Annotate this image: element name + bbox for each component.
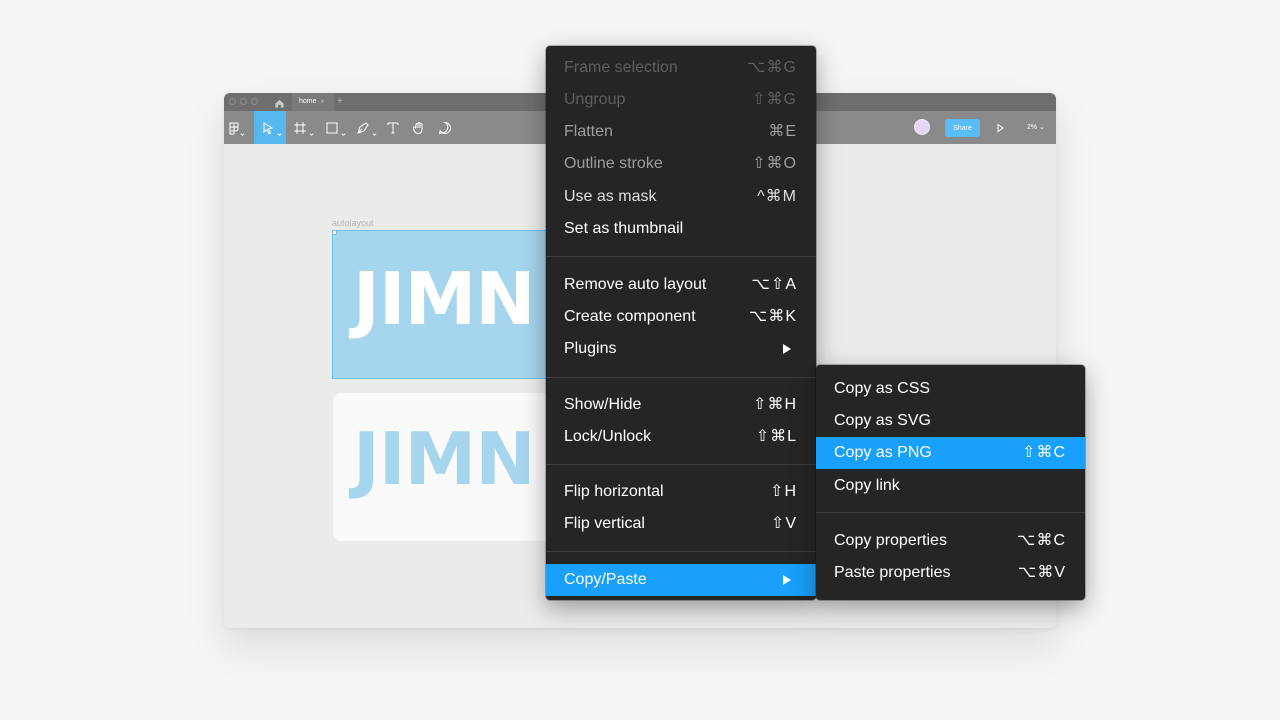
share-button[interactable]: Share (945, 119, 980, 137)
selection-handle[interactable] (332, 230, 337, 235)
menu-item-create-component[interactable]: Create component ⌥⌘K (546, 301, 816, 333)
menu-item-use-as-mask[interactable]: Use as mask ^⌘M (546, 181, 816, 213)
menu-item-ungroup[interactable]: Ungroup ⇧⌘G (546, 84, 816, 116)
menu-divider (546, 256, 816, 257)
menu-item-shortcut: ⇧⌘G (752, 91, 797, 108)
menu-item-outline-stroke[interactable]: Outline stroke ⇧⌘O (546, 148, 816, 180)
menu-item-lock-unlock[interactable]: Lock/Unlock ⇧⌘L (546, 421, 816, 453)
menu-item-shortcut: ⌘E (768, 123, 797, 140)
tab-close-icon[interactable]: × (320, 93, 325, 111)
zoom-level[interactable]: 2% ⌄ (1027, 119, 1045, 137)
menu-item-label: Copy as CSS (834, 380, 931, 397)
submenu-arrow-icon (783, 575, 791, 585)
submenu-item-paste-properties[interactable]: Paste properties ⌥⌘V (816, 557, 1085, 589)
submenu-item-copy-link[interactable]: Copy link (816, 470, 1085, 502)
menu-item-copy-paste[interactable]: Copy/Paste (546, 564, 816, 596)
menu-item-shortcut: ⌥⌘V (1017, 564, 1066, 581)
frame-text: JIMN (353, 257, 535, 341)
menu-item-label: Set as thumbnail (564, 220, 684, 237)
window-zoom-dot[interactable] (251, 98, 258, 105)
menu-item-label: Copy as SVG (834, 412, 931, 429)
comment-tool-icon[interactable] (437, 120, 453, 136)
menu-item-label: Remove auto layout (564, 276, 707, 293)
chevron-down-icon (240, 124, 245, 136)
menu-item-shortcut: ⇧H (770, 483, 797, 500)
submenu-item-copy-properties[interactable]: Copy properties ⌥⌘C (816, 525, 1085, 557)
chevron-down-icon (309, 124, 314, 136)
menu-item-flip-horizontal[interactable]: Flip horizontal ⇧H (546, 476, 816, 508)
context-menu: Frame selection ⌥⌘G Ungroup ⇧⌘G Flatten … (546, 46, 816, 600)
menu-item-shortcut: ⇧V (770, 515, 797, 532)
menu-item-flip-vertical[interactable]: Flip vertical ⇧V (546, 508, 816, 540)
tab-home[interactable]: home (292, 93, 334, 111)
rectangle-tool-icon[interactable] (324, 120, 340, 136)
text-tool-icon[interactable] (385, 120, 401, 136)
hand-tool-icon[interactable] (411, 120, 427, 136)
menu-item-shortcut: ^⌘M (757, 188, 797, 205)
chevron-down-icon (277, 124, 282, 136)
menu-item-label: Copy properties (834, 532, 947, 549)
menu-item-remove-auto-layout[interactable]: Remove auto layout ⌥⇧A (546, 269, 816, 301)
menu-item-frame-selection[interactable]: Frame selection ⌥⌘G (546, 52, 816, 84)
window-minimize-dot[interactable] (240, 98, 247, 105)
menu-item-label: Frame selection (564, 59, 678, 76)
menu-item-shortcut: ⇧⌘O (752, 155, 797, 172)
menu-item-label: Copy/Paste (564, 571, 647, 588)
menu-item-shortcut: ⇧⌘H (753, 396, 797, 413)
move-tool-icon[interactable] (260, 120, 276, 136)
menu-item-shortcut: ⌥⌘G (747, 59, 797, 76)
menu-item-label: Plugins (564, 340, 617, 357)
new-tab-button[interactable]: + (337, 93, 343, 110)
pen-tool-icon[interactable] (355, 120, 371, 136)
menu-item-label: Paste properties (834, 564, 951, 581)
frame-name-label[interactable]: autolayout (332, 218, 374, 228)
menu-item-flatten[interactable]: Flatten ⌘E (546, 116, 816, 148)
autolayout-frame[interactable]: JIMN (333, 393, 573, 541)
menu-item-shortcut: ⌥⌘C (1017, 532, 1066, 549)
submenu-item-copy-as-css[interactable]: Copy as CSS (816, 373, 1085, 405)
home-icon[interactable] (274, 96, 285, 108)
menu-item-shortcut: ⇧⌘L (755, 428, 797, 445)
frame-tool-icon[interactable] (292, 120, 308, 136)
menu-item-label: Ungroup (564, 91, 626, 108)
submenu-arrow-icon (783, 344, 791, 354)
menu-item-label: Copy link (834, 477, 900, 494)
menu-item-label: Use as mask (564, 188, 657, 205)
window-close-dot[interactable] (229, 98, 236, 105)
menu-item-label: Create component (564, 308, 696, 325)
menu-item-set-as-thumbnail[interactable]: Set as thumbnail (546, 213, 816, 245)
chevron-down-icon (341, 124, 346, 136)
menu-item-shortcut: ⌥⌘K (748, 308, 797, 325)
menu-item-label: Lock/Unlock (564, 428, 652, 445)
menu-item-shortcut: ⇧⌘C (1022, 444, 1066, 461)
menu-item-label: Outline stroke (564, 155, 663, 172)
menu-item-show-hide[interactable]: Show/Hide ⇧⌘H (546, 389, 816, 421)
menu-divider (546, 377, 816, 378)
frame-text-secondary: JIMN (353, 417, 535, 501)
copy-paste-submenu: Copy as CSS Copy as SVG Copy as PNG ⇧⌘C … (816, 365, 1085, 600)
menu-item-label: Flip horizontal (564, 483, 664, 500)
menu-item-label: Flip vertical (564, 515, 645, 532)
tab-home-label: home (299, 98, 317, 105)
menu-item-label: Flatten (564, 123, 613, 140)
menu-item-label: Show/Hide (564, 396, 642, 413)
menu-item-label: Copy as PNG (834, 444, 932, 461)
menu-item-plugins[interactable]: Plugins (546, 333, 816, 365)
menu-divider (546, 464, 816, 465)
menu-divider (816, 512, 1085, 513)
avatar[interactable] (914, 119, 930, 135)
play-icon[interactable] (992, 120, 1008, 136)
menu-item-shortcut: ⌥⇧A (751, 276, 797, 293)
chevron-down-icon (372, 124, 377, 136)
submenu-item-copy-as-png[interactable]: Copy as PNG ⇧⌘C (816, 437, 1085, 469)
menu-divider (546, 551, 816, 552)
autolayout-frame-selected[interactable]: JIMN (332, 230, 572, 379)
submenu-item-copy-as-svg[interactable]: Copy as SVG (816, 405, 1085, 437)
